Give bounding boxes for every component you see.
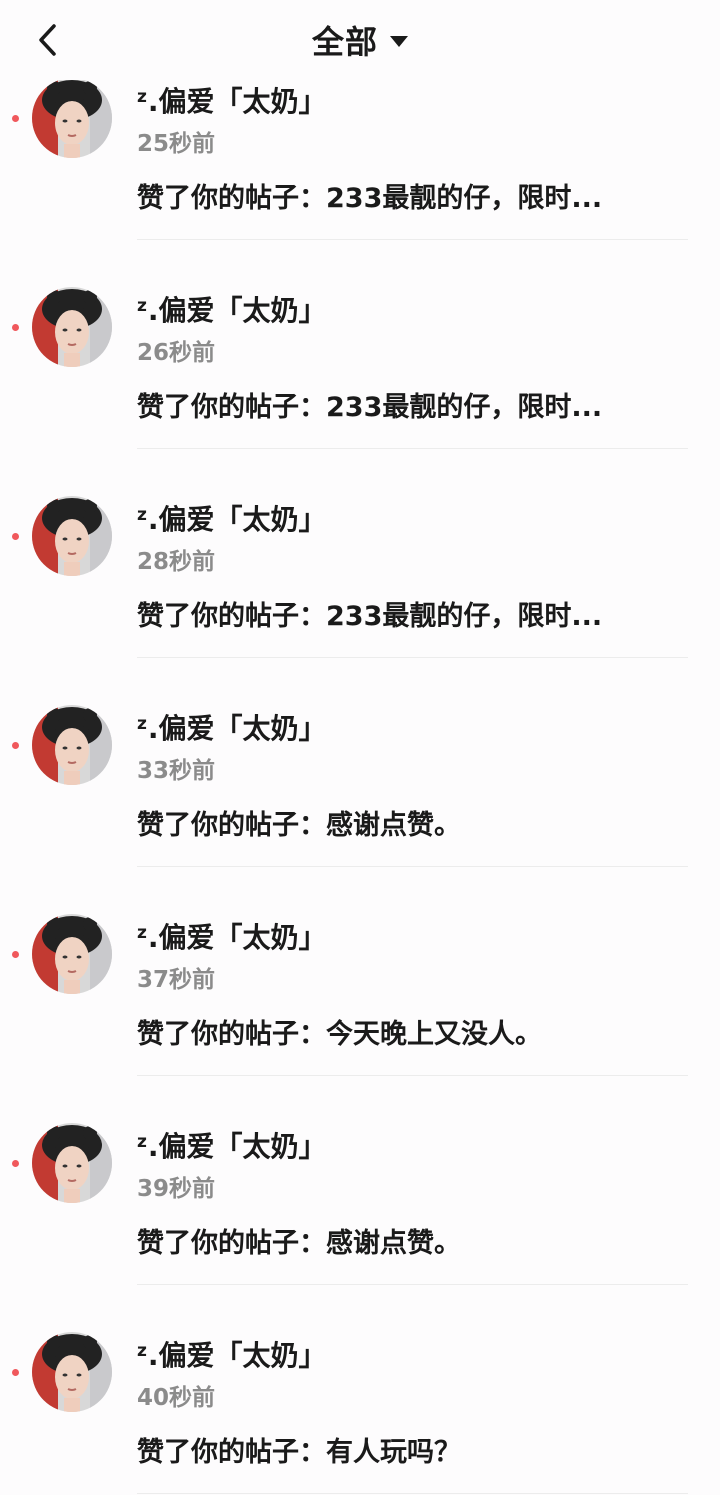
timestamp: 28秒前 xyxy=(137,549,216,575)
user-name-text: .偏爱「太奶」 xyxy=(147,921,327,954)
user-name-text: .偏爱「太奶」 xyxy=(147,503,327,536)
user-name[interactable]: z.偏爱「太奶」 xyxy=(137,498,327,538)
divider xyxy=(137,239,688,240)
notification-message[interactable]: 赞了你的帖子：233最靓的仔，限时... xyxy=(137,176,602,215)
timestamp: 25秒前 xyxy=(137,131,216,157)
user-name[interactable]: z.偏爱「太奶」 xyxy=(137,916,327,956)
user-name[interactable]: z.偏爱「太奶」 xyxy=(137,80,327,120)
divider xyxy=(137,448,688,449)
divider xyxy=(137,866,688,867)
divider xyxy=(137,1493,688,1494)
user-name-prefix: z xyxy=(137,1341,147,1361)
list-item[interactable]: z.偏爱「太奶」 26秒前 赞了你的帖子：233最靓的仔，限时... xyxy=(0,241,720,450)
user-name-prefix: z xyxy=(137,923,147,943)
user-name-prefix: z xyxy=(137,296,147,316)
user-name-text: .偏爱「太奶」 xyxy=(147,712,327,745)
user-name[interactable]: z.偏爱「太奶」 xyxy=(137,289,327,329)
notification-message[interactable]: 赞了你的帖子：233最靓的仔，限时... xyxy=(137,385,602,424)
notification-list: z.偏爱「太奶」 25秒前 赞了你的帖子：233最靓的仔，限时... z.偏爱「… xyxy=(0,32,720,1495)
user-name[interactable]: z.偏爱「太奶」 xyxy=(137,707,327,747)
avatar[interactable] xyxy=(32,1332,112,1412)
notification-message[interactable]: 赞了你的帖子：感谢点赞。 xyxy=(137,1221,461,1260)
user-name-prefix: z xyxy=(137,714,147,734)
user-name-prefix: z xyxy=(137,1132,147,1152)
unread-dot xyxy=(12,1160,19,1167)
user-name-text: .偏爱「太奶」 xyxy=(147,1339,327,1372)
avatar[interactable] xyxy=(32,496,112,576)
avatar[interactable] xyxy=(32,914,112,994)
avatar[interactable] xyxy=(32,705,112,785)
user-name[interactable]: z.偏爱「太奶」 xyxy=(137,1334,327,1374)
avatar[interactable] xyxy=(32,78,112,158)
notification-message[interactable]: 赞了你的帖子：233最靓的仔，限时... xyxy=(137,594,602,633)
unread-dot xyxy=(12,951,19,958)
list-item[interactable]: z.偏爱「太奶」 37秒前 赞了你的帖子：今天晚上又没人。 xyxy=(0,868,720,1077)
list-item[interactable]: z.偏爱「太奶」 40秒前 赞了你的帖子：有人玩吗？ xyxy=(0,1286,720,1495)
list-item[interactable]: z.偏爱「太奶」 28秒前 赞了你的帖子：233最靓的仔，限时... xyxy=(0,450,720,659)
avatar[interactable] xyxy=(32,287,112,367)
top-bar: 全部 xyxy=(0,0,720,80)
user-name-prefix: z xyxy=(137,87,147,107)
timestamp: 33秒前 xyxy=(137,758,216,784)
unread-dot xyxy=(12,742,19,749)
timestamp: 26秒前 xyxy=(137,340,216,366)
notification-message[interactable]: 赞了你的帖子：今天晚上又没人。 xyxy=(137,1012,542,1051)
page-title: 全部 xyxy=(311,23,378,61)
unread-dot xyxy=(12,324,19,331)
user-name-prefix: z xyxy=(137,505,147,525)
notification-message[interactable]: 赞了你的帖子：感谢点赞。 xyxy=(137,803,461,842)
unread-dot xyxy=(12,115,19,122)
divider xyxy=(137,1284,688,1285)
user-name[interactable]: z.偏爱「太奶」 xyxy=(137,1125,327,1165)
divider xyxy=(137,657,688,658)
user-name-text: .偏爱「太奶」 xyxy=(147,1130,327,1163)
divider xyxy=(137,1075,688,1076)
timestamp: 37秒前 xyxy=(137,967,216,993)
notification-message[interactable]: 赞了你的帖子：有人玩吗？ xyxy=(137,1430,461,1469)
user-name-text: .偏爱「太奶」 xyxy=(147,294,327,327)
list-item[interactable]: z.偏爱「太奶」 39秒前 赞了你的帖子：感谢点赞。 xyxy=(0,1077,720,1286)
unread-dot xyxy=(12,1369,19,1376)
caret-down-icon xyxy=(390,35,408,47)
timestamp: 39秒前 xyxy=(137,1176,216,1202)
timestamp: 40秒前 xyxy=(137,1385,216,1411)
filter-dropdown[interactable]: 全部 xyxy=(0,18,720,62)
avatar[interactable] xyxy=(32,1123,112,1203)
list-item[interactable]: z.偏爱「太奶」 33秒前 赞了你的帖子：感谢点赞。 xyxy=(0,659,720,868)
user-name-text: .偏爱「太奶」 xyxy=(147,85,327,118)
unread-dot xyxy=(12,533,19,540)
